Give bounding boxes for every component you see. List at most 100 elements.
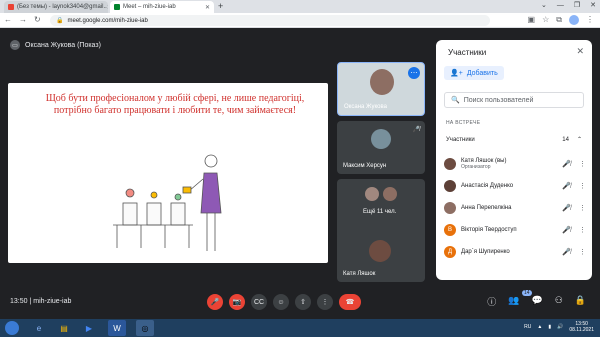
participant-name-block: Анна Перепелкіна — [461, 205, 511, 211]
address-bar: ← → ↻ 🔒 meet.google.com/mih-ziue-iab ▣ ☆… — [0, 13, 600, 28]
participant-row[interactable]: Катя Ляшок (вы) Организатор 🎤̸ ⋮ — [444, 153, 586, 175]
language-indicator[interactable]: RU — [524, 324, 531, 330]
participant-avatar — [383, 187, 397, 201]
ie-icon[interactable]: e — [30, 320, 48, 336]
mic-off-icon[interactable]: 🎤̸ — [562, 160, 571, 168]
participants-panel: Участники ✕ 👤+ Добавить 🔍 Поиск пользова… — [436, 40, 592, 280]
system-tray: RU ▲ ▮ 🔊 13:50 08.11.2021 — [524, 321, 594, 333]
presenter-bar: ▭ Оксана Жукова (Показ) — [10, 40, 101, 50]
meet-stage: ▭ Оксана Жукова (Показ) Щоб бути професі… — [0, 28, 600, 319]
more-vert-icon[interactable]: ⋮ — [579, 226, 586, 234]
tab-gmail[interactable]: (Без темы) - laynok3404@gmail.. ✕ — [4, 1, 108, 13]
chevron-down-icon[interactable]: ⌄ — [541, 0, 547, 12]
volume-icon[interactable]: 🔊 — [557, 324, 563, 330]
maximize-icon[interactable]: ❐ — [574, 0, 580, 12]
meeting-info: 13:50 | mih-ziue-iab — [10, 298, 71, 305]
reactions-button[interactable]: ☺ — [273, 294, 289, 310]
panel-title: Участники — [448, 48, 487, 57]
more-vert-icon[interactable]: ⋮ — [579, 204, 586, 212]
more-vert-icon[interactable]: ⋮ — [579, 182, 586, 190]
chevron-up-icon[interactable]: ⌃ — [577, 136, 582, 143]
participant-video — [370, 69, 394, 95]
close-icon[interactable]: ✕ — [576, 46, 584, 57]
more-options-icon[interactable]: ⋯ — [408, 67, 420, 79]
mic-off-icon: 🎤̸ — [412, 127, 420, 133]
clock[interactable]: 13:50 08.11.2021 — [569, 321, 594, 333]
more-options-button[interactable]: ⋮ — [317, 294, 333, 310]
tab-meet-title: Meet – mih-ziue-iab — [123, 4, 176, 10]
profile-avatar[interactable] — [569, 15, 579, 25]
camera-off-button[interactable]: 📷 — [229, 294, 245, 310]
more-vert-icon[interactable]: ⋮ — [579, 160, 586, 168]
participants-group-header[interactable]: Участники 14 ⌃ — [446, 136, 582, 144]
captions-button[interactable]: CC — [251, 294, 267, 310]
close-window-icon[interactable]: ✕ — [590, 0, 596, 12]
word-icon[interactable]: W — [108, 320, 126, 336]
avatar — [444, 180, 456, 192]
media-player-icon[interactable]: ▶ — [80, 320, 98, 336]
back-icon[interactable]: ← — [4, 15, 12, 24]
folder-icon[interactable]: ▤ — [55, 320, 73, 336]
row-actions: 🎤̸ ⋮ — [562, 204, 586, 212]
row-actions: 🎤̸ ⋮ — [562, 182, 586, 190]
minimize-icon[interactable]: — — [557, 0, 564, 12]
participant-role: Организатор — [461, 164, 491, 170]
end-call-button[interactable]: ☎ — [339, 294, 361, 310]
network-icon[interactable]: ▮ — [548, 324, 551, 330]
participant-name: Анастасія Дуденко — [461, 183, 514, 189]
tile-maksym[interactable]: 🎤̸ Максим Херсун — [337, 121, 425, 174]
row-actions: 🎤̸ ⋮ — [562, 226, 586, 234]
tile-oksana[interactable]: ⋯ Оксана Жукова — [337, 62, 425, 116]
tile-name: Ещё 11 чел. — [363, 209, 397, 215]
mic-off-icon[interactable]: 🎤̸ — [562, 248, 571, 256]
new-tab-button[interactable]: + — [218, 1, 223, 11]
participant-row[interactable]: Анна Перепелкіна 🎤̸ ⋮ — [444, 197, 586, 219]
group-count: 14 — [562, 136, 569, 143]
info-icon[interactable]: ⓘ — [487, 295, 496, 308]
lock-icon[interactable]: 🔒 — [575, 295, 586, 308]
participant-row[interactable]: В Вікторія Твердоступ 🎤̸ ⋮ — [444, 219, 586, 241]
shared-slide: Щоб бути професіоналом у любій сфері, не… — [8, 83, 328, 263]
present-button[interactable]: ⇧ — [295, 294, 311, 310]
menu-icon[interactable]: ⋮ — [586, 15, 594, 25]
url-text: meet.google.com/mih-ziue-iab — [67, 17, 148, 24]
close-icon[interactable]: ✕ — [107, 4, 108, 11]
mic-off-button[interactable]: 🎤 — [207, 294, 223, 310]
mic-off-icon[interactable]: 🎤̸ — [562, 182, 571, 190]
forward-icon[interactable]: → — [19, 15, 27, 24]
present-screen-icon: ▭ — [10, 40, 20, 50]
mic-off-icon[interactable]: 🎤̸ — [562, 204, 571, 212]
tab-meet[interactable]: Meet – mih-ziue-iab ✕ — [110, 1, 214, 13]
url-field[interactable]: 🔒 meet.google.com/mih-ziue-iab — [50, 15, 490, 26]
close-icon[interactable]: ✕ — [205, 4, 210, 11]
section-label: НА ВСТРЕЧЕ — [446, 120, 481, 126]
more-vert-icon[interactable]: ⋮ — [579, 248, 586, 256]
browser-tabstrip: (Без темы) - laynok3404@gmail.. ✕ Meet –… — [0, 0, 600, 13]
activities-icon[interactable]: ⚇ — [555, 295, 563, 308]
mic-off-icon[interactable]: 🎤̸ — [562, 226, 571, 234]
search-placeholder: Поиск пользователей — [463, 96, 534, 104]
participant-row[interactable]: Д Дар`я Шупиренко 🎤̸ ⋮ — [444, 241, 586, 263]
star-icon[interactable]: ☆ — [542, 15, 549, 25]
chat-icon[interactable]: 💬 — [531, 295, 542, 308]
people-icon[interactable]: 👥 — [508, 295, 519, 308]
camera-icon[interactable]: ▣ — [528, 15, 536, 25]
tile-katya[interactable]: Катя Ляшок — [337, 234, 425, 282]
toolbar-icons: ▣ ☆ ⧉ ⋮ — [528, 15, 594, 25]
nav-buttons: ← → ↻ — [4, 15, 41, 24]
add-person-icon: 👤+ — [450, 70, 463, 77]
start-button[interactable] — [5, 321, 19, 335]
search-field[interactable]: 🔍 Поиск пользователей — [444, 92, 584, 108]
reload-icon[interactable]: ↻ — [34, 15, 41, 24]
tile-name: Оксана Жукова — [344, 104, 387, 110]
participants-list: Катя Ляшок (вы) Организатор 🎤̸ ⋮ Анастас… — [444, 153, 586, 263]
tray-arrow-icon[interactable]: ▲ — [537, 324, 542, 330]
chrome-icon[interactable]: ◎ — [136, 320, 154, 336]
extensions-icon[interactable]: ⧉ — [556, 15, 562, 25]
participant-name: Дар`я Шупиренко — [461, 249, 510, 255]
slide-illustration — [113, 154, 222, 251]
participant-row[interactable]: Анастасія Дуденко 🎤̸ ⋮ — [444, 175, 586, 197]
avatar — [444, 158, 456, 170]
participant-name-block: Вікторія Твердоступ — [461, 227, 517, 233]
add-people-button[interactable]: 👤+ Добавить — [444, 66, 504, 80]
